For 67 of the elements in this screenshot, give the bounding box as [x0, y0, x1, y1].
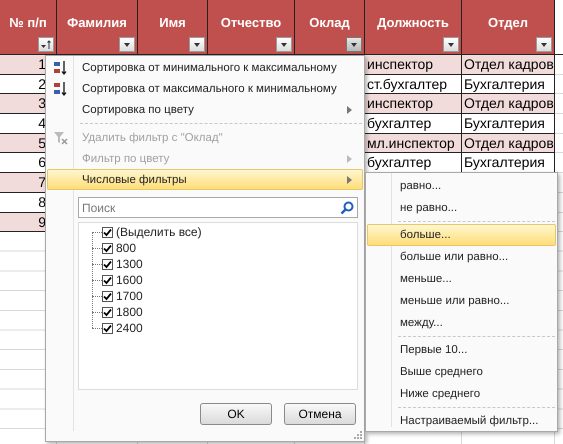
filter-dropdown-button[interactable]: [536, 37, 552, 52]
checkbox[interactable]: [102, 306, 113, 318]
menu-item[interactable]: больше...: [367, 224, 556, 246]
filter-dropdown-button[interactable]: [119, 37, 135, 52]
checkbox[interactable]: [102, 242, 113, 254]
table-cell: Бухгалтерия: [462, 74, 555, 94]
menu-item[interactable]: равно...: [367, 175, 556, 197]
caret-icon: [281, 42, 287, 46]
checkbox[interactable]: [102, 258, 113, 270]
menu-item[interactable]: больше или равно...: [367, 246, 556, 268]
sort-descending-icon: [53, 81, 69, 97]
value-label[interactable]: 2400: [116, 321, 143, 335]
sort-arrow-icon: [40, 38, 52, 50]
column-title: Имя: [159, 14, 186, 30]
column-title: Оклад: [309, 14, 350, 30]
value-label[interactable]: 1700: [116, 289, 143, 303]
sort-filter-button[interactable]: [38, 37, 54, 52]
filter-dropdown-button[interactable]: [346, 37, 362, 52]
table-cell: Бухгалтерия: [462, 153, 555, 174]
menu-item[interactable]: между...: [367, 312, 556, 334]
table-cell: бухгалтер: [365, 114, 462, 134]
column-title: Отдел: [488, 14, 528, 30]
menu-item[interactable]: Настраиваемый фильтр...: [367, 410, 556, 432]
value-label[interactable]: 1600: [116, 273, 143, 287]
table-cell: Отдел кадров: [462, 134, 555, 154]
filter-dropdown-button[interactable]: [443, 37, 459, 52]
column-title: Должность: [377, 14, 449, 30]
cancel-button[interactable]: Отмена: [284, 403, 356, 425]
table-cell: мл.инспектор: [365, 134, 462, 154]
search-icon: [340, 201, 354, 215]
clear-filter-icon: [53, 130, 69, 146]
table-cell: Отдел кадров: [462, 94, 555, 114]
column-title: Отчество: [220, 14, 282, 30]
value-label[interactable]: 1800: [116, 305, 143, 319]
checkbox[interactable]: [102, 322, 113, 334]
table-cell: Отдел кадров: [462, 55, 555, 75]
caret-icon: [448, 42, 454, 46]
checkbox[interactable]: [102, 274, 113, 286]
caret-icon: [124, 42, 130, 46]
sort-ascending-icon: [53, 60, 69, 76]
checkbox[interactable]: [102, 226, 113, 238]
ok-button[interactable]: OK: [200, 403, 272, 425]
menu-item[interactable]: Ниже среднего: [367, 383, 556, 405]
menu-item[interactable]: меньше или равно...: [367, 290, 556, 312]
caret-icon: [194, 42, 200, 46]
table-cell: бухгалтер: [365, 153, 462, 174]
caret-icon: [541, 42, 547, 46]
resize-grip-icon[interactable]: [354, 431, 362, 439]
menu-item[interactable]: Первые 10...: [367, 339, 556, 361]
search-field[interactable]: Поиск: [78, 197, 358, 218]
filter-dropdown-button[interactable]: [276, 37, 292, 52]
table-cell: инспектор: [365, 94, 462, 114]
value-label[interactable]: (Выделить все): [116, 225, 202, 239]
table-cell: ст.бухгалтер: [365, 74, 462, 94]
menu-item[interactable]: не равно...: [367, 197, 556, 219]
filter-dropdown-button[interactable]: [189, 37, 205, 52]
value-label[interactable]: 1300: [116, 257, 143, 271]
checkbox[interactable]: [102, 290, 113, 302]
menu-item[interactable]: Числовые фильтры: [47, 169, 363, 190]
value-label[interactable]: 800: [116, 241, 136, 255]
table-cell: Бухгалтерия: [462, 114, 555, 134]
menu-item[interactable]: меньше...: [367, 268, 556, 290]
column-title: Фамилия: [67, 14, 127, 30]
caret-icon: [351, 42, 357, 46]
column-title: № п/п: [9, 14, 47, 30]
menu-item[interactable]: Выше среднего: [367, 361, 556, 383]
table-cell: инспектор: [365, 55, 462, 75]
